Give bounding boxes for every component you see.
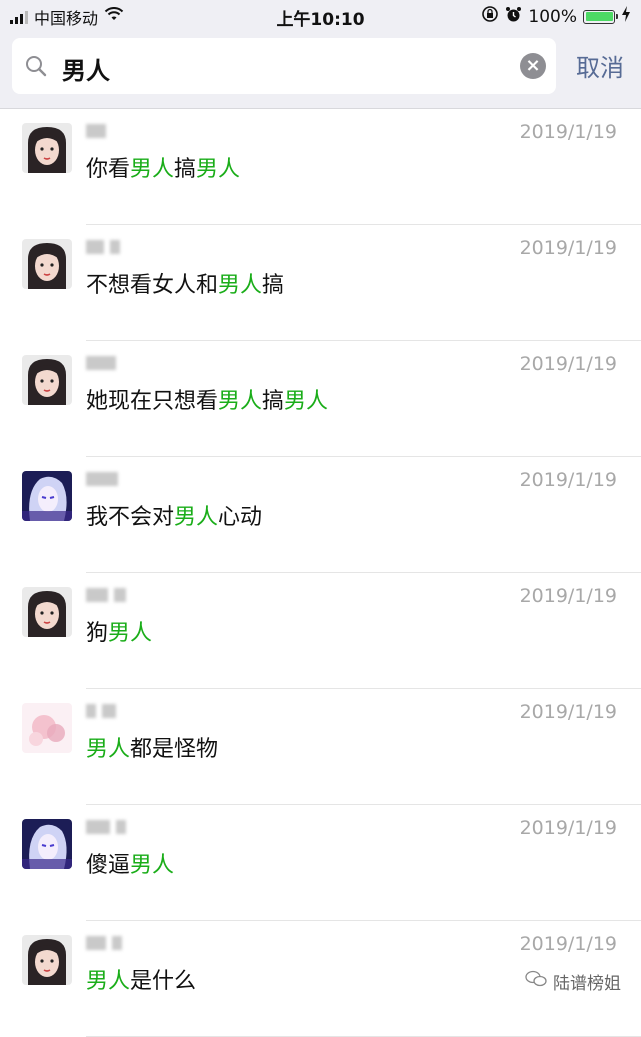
avatar[interactable] <box>22 123 72 173</box>
status-right: 100% <box>481 5 631 28</box>
avatar[interactable] <box>22 355 72 405</box>
highlighted-keyword: 男人 <box>196 157 241 182</box>
highlighted-keyword: 男人 <box>86 737 131 762</box>
search-box[interactable]: 男人 × <box>12 38 556 94</box>
clear-icon[interactable]: × <box>520 53 546 79</box>
charging-icon <box>621 6 631 27</box>
highlighted-keyword: 男人 <box>218 273 263 298</box>
list-item[interactable]: 2019/1/19 男人都是怪物 <box>0 689 641 805</box>
avatar[interactable] <box>22 819 72 869</box>
highlighted-keyword: 男人 <box>86 969 131 994</box>
message-snippet: 不想看女人和男人搞 <box>86 267 284 299</box>
search-results-list: 2019/1/19 你看男人搞男人 2019/1/19 不想看女人和男人搞 2019/1… <box>0 109 641 1037</box>
list-item[interactable]: 2019/1/19 我不会对男人心动 <box>0 457 641 573</box>
highlighted-keyword: 男人 <box>130 157 175 182</box>
message-snippet: 她现在只想看男人搞男人 <box>86 383 328 415</box>
blurred-contact-name <box>86 123 106 139</box>
avatar[interactable] <box>22 703 72 753</box>
message-snippet: 我不会对男人心动 <box>86 499 262 531</box>
message-date: 2019/1/19 <box>519 121 617 143</box>
battery-icon <box>583 9 618 24</box>
wechat-logo-icon <box>525 970 547 993</box>
snippet-text: 是什么 <box>130 969 197 994</box>
search-icon <box>24 54 48 82</box>
message-date: 2019/1/19 <box>519 353 617 375</box>
message-date: 2019/1/19 <box>519 817 617 839</box>
blurred-contact-name <box>86 471 118 487</box>
list-item[interactable]: 2019/1/19 不想看女人和男人搞 <box>0 225 641 341</box>
snippet-text: 搞 <box>262 389 285 414</box>
blurred-contact-name <box>86 355 116 371</box>
avatar[interactable] <box>22 935 72 985</box>
blurred-contact-name <box>86 587 126 603</box>
snippet-text: 我不会对 <box>86 505 175 530</box>
rotation-lock-icon <box>481 5 499 28</box>
avatar[interactable] <box>22 471 72 521</box>
snippet-text: 搞 <box>174 157 197 182</box>
highlighted-keyword: 男人 <box>218 389 263 414</box>
highlighted-keyword: 男人 <box>174 505 219 530</box>
snippet-text: 搞 <box>262 273 285 298</box>
message-date: 2019/1/19 <box>519 701 617 723</box>
cancel-button[interactable]: 取消 <box>576 48 624 83</box>
battery-percent: 100% <box>528 6 577 27</box>
snippet-text: 狗 <box>86 621 109 646</box>
watermark-text: 陆谱榜姐 <box>553 974 621 994</box>
highlighted-keyword: 男人 <box>130 853 175 878</box>
alarm-icon <box>505 6 522 28</box>
snippet-text: 都是怪物 <box>130 737 219 762</box>
avatar[interactable] <box>22 239 72 289</box>
message-snippet: 你看男人搞男人 <box>86 151 240 183</box>
list-item[interactable]: 2019/1/19 你看男人搞男人 <box>0 109 641 225</box>
snippet-text: 她现在只想看 <box>86 389 219 414</box>
status-bar: 中国移动 上午10:10 100% <box>0 0 641 32</box>
blurred-contact-name <box>86 239 120 255</box>
list-item[interactable]: 2019/1/19 傻逼男人 <box>0 805 641 921</box>
highlighted-keyword: 男人 <box>284 389 329 414</box>
message-snippet: 男人都是怪物 <box>86 731 218 763</box>
watermark: 陆谱榜姐 <box>525 969 621 994</box>
snippet-text: 心动 <box>218 505 263 530</box>
search-header: 男人 × 取消 <box>0 32 641 109</box>
message-date: 2019/1/19 <box>519 469 617 491</box>
snippet-text: 不想看女人和 <box>86 273 219 298</box>
highlighted-keyword: 男人 <box>108 621 153 646</box>
blurred-contact-name <box>86 819 126 835</box>
message-snippet: 傻逼男人 <box>86 847 174 879</box>
search-input[interactable]: 男人 <box>62 51 110 86</box>
blurred-contact-name <box>86 703 116 719</box>
snippet-text: 你看 <box>86 157 131 182</box>
list-item[interactable]: 2019/1/19 她现在只想看男人搞男人 <box>0 341 641 457</box>
message-snippet: 狗男人 <box>86 615 152 647</box>
message-date: 2019/1/19 <box>519 585 617 607</box>
message-snippet: 男人是什么 <box>86 963 196 995</box>
list-item[interactable]: 2019/1/19 狗男人 <box>0 573 641 689</box>
snippet-text: 傻逼 <box>86 853 131 878</box>
message-date: 2019/1/19 <box>519 933 617 955</box>
blurred-contact-name <box>86 935 122 951</box>
avatar[interactable] <box>22 587 72 637</box>
message-date: 2019/1/19 <box>519 237 617 259</box>
